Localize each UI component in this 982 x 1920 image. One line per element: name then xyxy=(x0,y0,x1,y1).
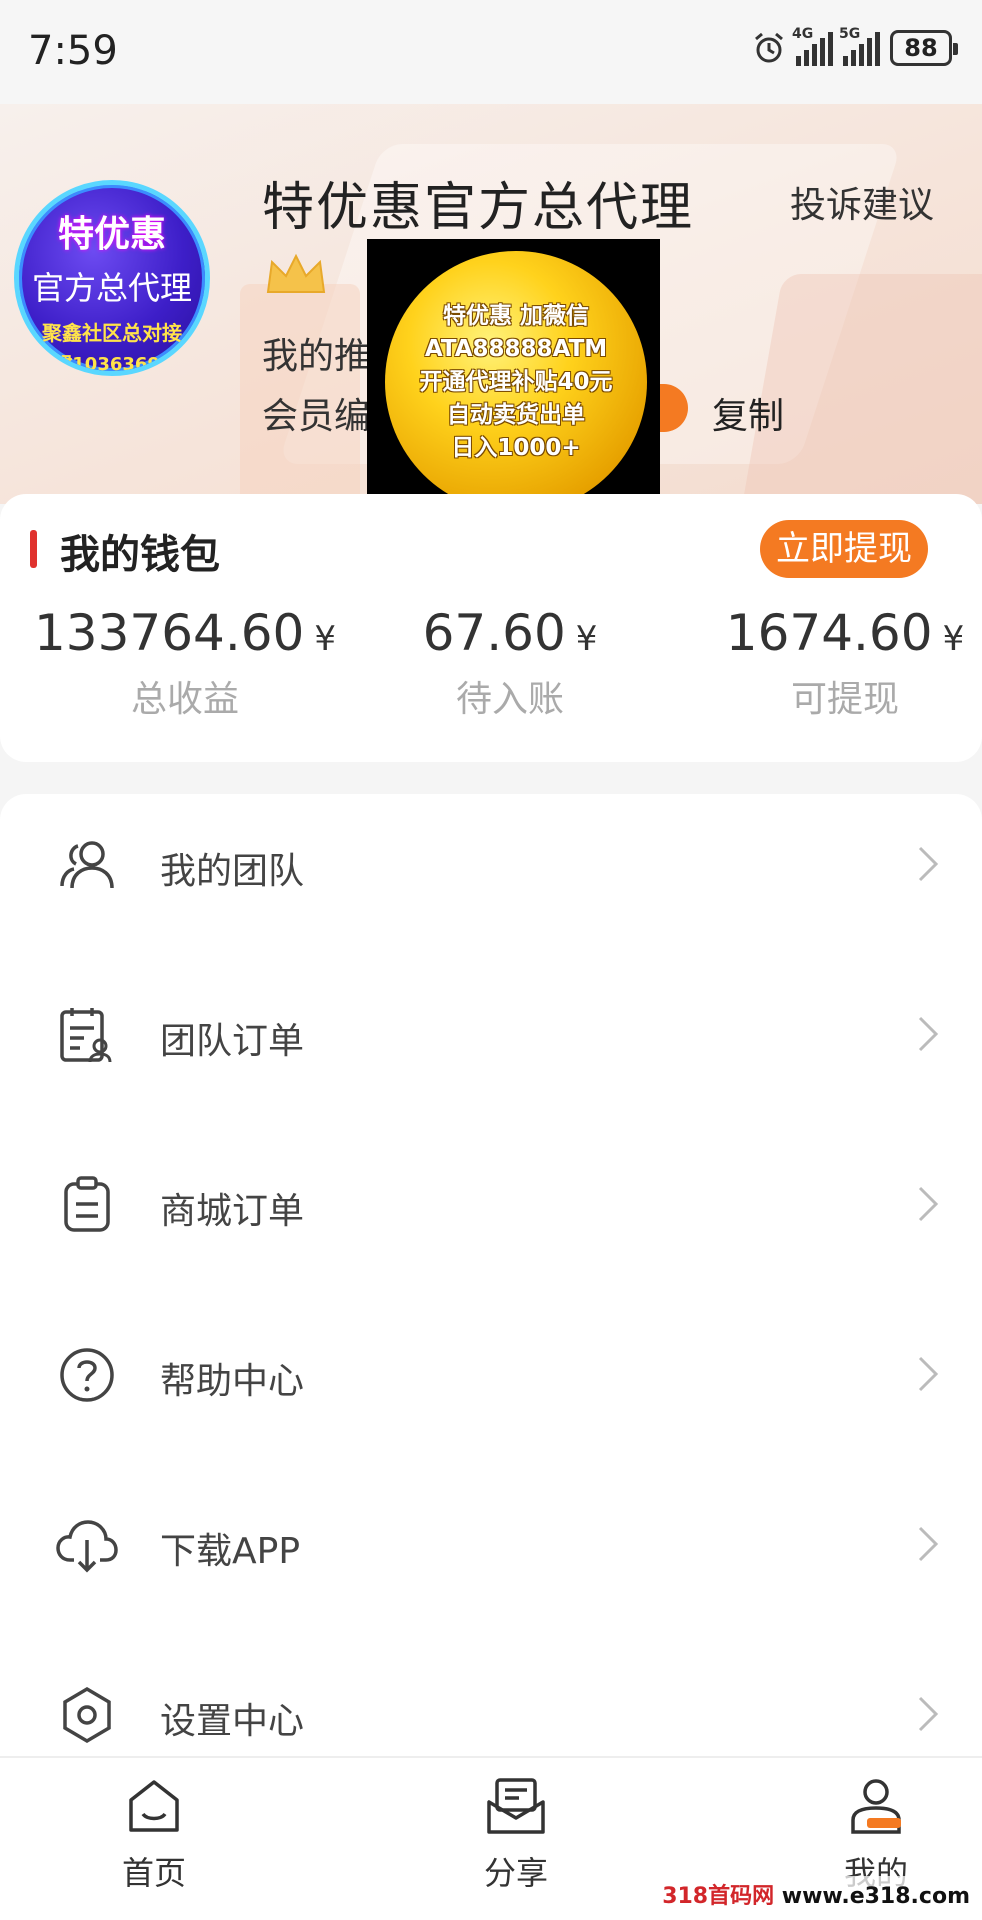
promo-line: 自动卖货出单 xyxy=(447,401,585,428)
stat-pending[interactable]: 67.60 ¥ 待入账 xyxy=(400,604,620,722)
chevron-right-icon xyxy=(918,846,939,882)
menu-item-download-app[interactable]: 下载APP xyxy=(0,1474,982,1614)
stat-withdrawable[interactable]: 1674.60 ¥ 可提现 xyxy=(720,604,970,722)
promo-line: 特优惠 加薇信 xyxy=(442,302,589,329)
menu-item-label: 我的团队 xyxy=(160,851,305,892)
menu-item-label: 设置中心 xyxy=(160,1701,305,1742)
question-icon xyxy=(60,1348,114,1402)
network-5g-label: 5G xyxy=(839,26,861,42)
stat-label: 可提现 xyxy=(790,679,899,720)
promo-line: 日入1000+ xyxy=(451,434,581,461)
currency-symbol: ¥ xyxy=(314,619,337,659)
status-time: 7:59 xyxy=(28,28,118,74)
watermark-url: www.e318.com xyxy=(774,1884,970,1909)
member-id-label: 会员编 xyxy=(262,396,371,437)
stat-total-earnings[interactable]: 133764.60 ¥ 总收益 xyxy=(30,604,340,722)
copy-button[interactable]: 复制 xyxy=(712,387,784,439)
menu-item-help-center[interactable]: 帮助中心 xyxy=(0,1304,982,1444)
promo-coin: 特优惠 加薇信 ATA88888ATM 开通代理补贴40元 自动卖货出单 日入1… xyxy=(385,251,647,513)
chevron-right-icon xyxy=(918,1526,939,1562)
signal-4g-icon: 4G xyxy=(792,26,833,66)
chevron-right-icon xyxy=(918,1186,939,1222)
menu-item-my-team[interactable]: 我的团队 xyxy=(0,794,982,934)
profile-icon xyxy=(851,1779,901,1834)
signal-5g-icon: 5G xyxy=(839,26,880,66)
wallet-title: 我的钱包 xyxy=(60,532,220,578)
menu-item-label: 下载APP xyxy=(160,1531,301,1572)
tab-share[interactable]: 分享 xyxy=(426,1776,606,1894)
wallet-card: 我的钱包 立即提现 133764.60 ¥ 总收益 67.60 ¥ 待入账 1674… xyxy=(0,494,982,762)
profile-name: 特优惠官方总代理 xyxy=(262,178,695,238)
crown-icon xyxy=(266,253,326,293)
tab-home[interactable]: 首页 xyxy=(64,1776,244,1894)
currency-symbol: ¥ xyxy=(575,619,598,659)
currency-symbol: ¥ xyxy=(942,619,965,659)
menu-item-mall-orders[interactable]: 商城订单 xyxy=(0,1134,982,1274)
wallet-title-bar xyxy=(30,530,37,568)
clipboard-icon xyxy=(64,1176,110,1232)
promo-overlay: 特优惠 加薇信 ATA88888ATM 开通代理补贴40元 自动卖货出单 日入1… xyxy=(367,239,660,529)
chevron-right-icon xyxy=(918,1016,939,1052)
promo-line: 开通代理补贴40元 xyxy=(419,368,613,395)
recommender-label: 我的推 xyxy=(262,336,371,377)
network-4g-label: 4G xyxy=(792,26,814,42)
complaint-link[interactable]: 投诉建议 xyxy=(790,176,934,228)
tab-label: 分享 xyxy=(483,1854,548,1892)
stat-value: 1674.60 xyxy=(725,604,933,662)
avatar-text-3: 聚鑫社区总对接 xyxy=(42,321,182,345)
status-bar: 7:59 4G 5G 88 xyxy=(0,0,982,104)
share-icon xyxy=(487,1778,545,1834)
battery-icon: 88 xyxy=(890,30,958,66)
avatar-text-2: 官方总代理 xyxy=(31,269,192,307)
settings-icon xyxy=(63,1686,111,1744)
menu-item-label: 商城订单 xyxy=(160,1191,305,1232)
stat-value: 67.60 xyxy=(422,604,566,662)
promo-line: ATA88888ATM xyxy=(424,335,608,362)
menu-item-team-orders[interactable]: 团队订单 xyxy=(0,964,982,1104)
team-icon xyxy=(60,841,114,889)
menu-list: 我的团队 团队订单 商城订单 帮助中心 下载APP 设置中心 xyxy=(0,794,982,1764)
avatar[interactable]: 特优惠 官方总代理 聚鑫社区总对接 Q裙103636918 xyxy=(14,180,210,376)
menu-item-label: 帮助中心 xyxy=(160,1361,305,1402)
menu-item-label: 团队订单 xyxy=(160,1021,305,1062)
team-order-icon xyxy=(60,1008,112,1063)
chevron-right-icon xyxy=(918,1696,939,1732)
alarm-icon xyxy=(755,32,783,63)
home-icon xyxy=(129,1780,179,1832)
watermark: 318首码网 www.e318.com xyxy=(656,1876,976,1912)
withdraw-button[interactable]: 立即提现 xyxy=(760,520,928,578)
status-icons: 4G 5G 88 xyxy=(752,26,958,66)
stat-value: 133764.60 xyxy=(33,604,305,662)
stat-label: 总收益 xyxy=(130,679,239,720)
stat-label: 待入账 xyxy=(455,679,564,720)
tab-label: 首页 xyxy=(121,1854,186,1892)
watermark-brand: 318首码网 xyxy=(662,1884,775,1909)
chevron-right-icon xyxy=(918,1356,939,1392)
avatar-text-1: 特优惠 xyxy=(57,214,166,255)
cloud-download-icon xyxy=(56,1520,118,1573)
